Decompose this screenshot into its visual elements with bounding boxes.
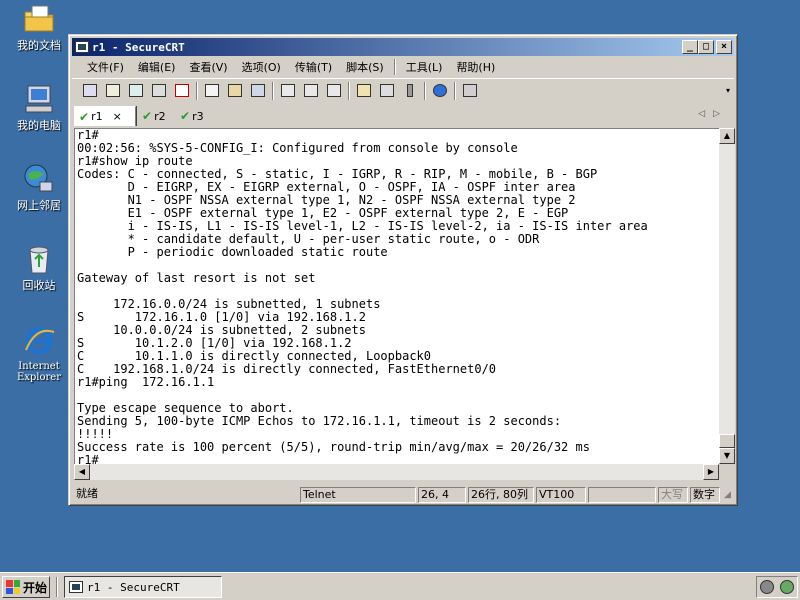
connect-tab-icon[interactable] <box>126 82 146 100</box>
folder-icon <box>24 5 54 32</box>
maximize-button[interactable]: □ <box>698 40 714 54</box>
menu-bar: 文件(F) 编辑(E) 查看(V) 选项(O) 传输(T) 脚本(S) 工具(L… <box>72 57 734 77</box>
help-icon[interactable] <box>430 82 450 100</box>
start-button[interactable]: 开始 <box>2 576 50 598</box>
vertical-scroll-thumb[interactable] <box>719 434 735 448</box>
menu-file[interactable]: 文件(F) <box>80 59 131 75</box>
session-options-icon[interactable] <box>354 82 374 100</box>
print-selection-icon[interactable] <box>301 82 321 100</box>
status-emulation: VT100 <box>536 487 586 503</box>
tab-r1[interactable]: ✔ r1 × <box>74 106 136 126</box>
tab-scroll-arrows[interactable]: ◁▷ <box>698 109 728 119</box>
quick-connect-icon[interactable] <box>103 82 123 100</box>
terminal-output[interactable]: r1# 00:02:56: %SYS-5-CONFIG_I: Configure… <box>74 128 719 464</box>
desktop-icon-label: 回收站 <box>22 279 56 292</box>
window-controls: _ □ × <box>682 40 732 54</box>
menu-transfer[interactable]: 传输(T) <box>288 59 339 75</box>
network-icon <box>24 164 53 192</box>
taskbar-securecrt-button[interactable]: r1 - SecureCRT <box>64 576 222 598</box>
tab-label: r2 <box>154 109 166 123</box>
menu-separator <box>393 59 396 75</box>
status-protocol: Telnet <box>300 487 416 503</box>
toolbar-separator <box>348 81 350 100</box>
resize-grip-icon[interactable]: ◢ <box>724 489 736 501</box>
scroll-up-icon[interactable]: ▲ <box>719 128 735 144</box>
connect-icon[interactable] <box>80 82 100 100</box>
vertical-scrollbar[interactable]: ▲ ▼ <box>719 128 735 464</box>
screenshot-icon[interactable] <box>460 82 480 100</box>
taskbar-task-title: r1 - SecureCRT <box>87 580 180 594</box>
global-options-icon[interactable] <box>377 82 397 100</box>
toolbar-separator <box>454 81 456 100</box>
desktop-icon-recycle-bin[interactable]: 回收站 <box>4 242 74 292</box>
volume-tray-icon[interactable] <box>760 580 774 594</box>
tab-label: r1 <box>91 110 103 123</box>
copy-icon[interactable] <box>202 82 222 100</box>
desktop-icon-label: 我的文档 <box>17 39 61 52</box>
paste-icon[interactable] <box>225 82 245 100</box>
status-caps-lock: 大写 <box>658 487 688 503</box>
windows-flag-icon <box>6 580 20 594</box>
toolbar-separator <box>424 81 426 100</box>
terminal-text: r1# 00:02:56: %SYS-5-CONFIG_I: Configure… <box>77 128 648 464</box>
desktop-icon-my-computer[interactable]: 我的电脑 <box>4 82 74 132</box>
connected-check-icon: ✔ <box>79 109 90 124</box>
horizontal-scrollbar[interactable]: ◀ ▶ <box>74 464 719 480</box>
status-cursor-position: 26, 4 <box>418 487 466 503</box>
find-icon[interactable] <box>248 82 268 100</box>
menu-options[interactable]: 选项(O) <box>235 59 288 75</box>
session-tab-bar: ✔ r1 × ✔ r2 ✔ r3 ◁▷ <box>72 105 734 127</box>
window-title: r1 - SecureCRT <box>92 40 185 54</box>
menu-tools[interactable]: 工具(L) <box>399 59 450 75</box>
securecrt-app-icon[interactable] <box>75 41 89 53</box>
keymap-icon[interactable] <box>400 82 420 100</box>
tab-close-icon[interactable]: × <box>113 110 122 123</box>
recycle-bin-icon <box>29 246 49 274</box>
title-bar[interactable]: r1 - SecureCRT _ □ × <box>72 38 734 56</box>
status-num-lock: 数字 <box>690 487 720 503</box>
taskbar-separator <box>56 577 58 597</box>
securecrt-window: r1 - SecureCRT _ □ × 文件(F) 编辑(E) 查看(V) 选… <box>68 34 738 506</box>
toolbar-separator <box>196 81 198 100</box>
desktop-icon-label: Internet Explorer <box>16 361 62 383</box>
tab-r3[interactable]: ✔ r3 <box>176 107 208 125</box>
desktop-icon-network-places[interactable]: 网上邻居 <box>4 162 74 212</box>
network-tray-icon[interactable] <box>780 580 794 594</box>
menu-help[interactable]: 帮助(H) <box>449 59 502 75</box>
print-setup-icon[interactable] <box>324 82 344 100</box>
desktop-icon-label: 网上邻居 <box>17 199 61 212</box>
connected-check-icon: ✔ <box>142 109 153 123</box>
desktop-icon-my-documents[interactable]: 我的文档 <box>4 2 74 52</box>
reconnect-icon[interactable] <box>149 82 169 100</box>
tab-label: r3 <box>192 109 204 123</box>
desktop-icon-label: 我的电脑 <box>17 119 61 132</box>
status-bar: 就绪 Telnet 26, 4 26行, 80列 VT100 大写 数字 ◢ <box>72 485 734 504</box>
menu-edit[interactable]: 编辑(E) <box>131 59 183 75</box>
close-button[interactable]: × <box>716 40 732 54</box>
scroll-down-icon[interactable]: ▼ <box>719 448 735 464</box>
minimize-button[interactable]: _ <box>682 40 698 54</box>
taskbar: 开始 r1 - SecureCRT <box>0 572 800 600</box>
menu-view[interactable]: 查看(V) <box>182 59 234 75</box>
system-tray <box>756 576 798 598</box>
print-icon[interactable] <box>278 82 298 100</box>
status-empty-field <box>588 487 656 503</box>
internet-explorer-icon <box>25 327 55 355</box>
desktop-icon-internet-explorer[interactable]: Internet Explorer <box>4 324 74 383</box>
disconnect-icon[interactable] <box>172 82 192 100</box>
connected-check-icon: ✔ <box>180 109 191 123</box>
toolbar: ▾ <box>72 78 734 102</box>
securecrt-task-icon <box>69 581 83 593</box>
toolbar-separator <box>272 81 274 100</box>
status-terminal-size: 26行, 80列 <box>468 487 534 503</box>
computer-icon <box>25 85 53 113</box>
toolbar-overflow-icon[interactable]: ▾ <box>724 83 732 99</box>
status-ready: 就绪 <box>76 487 98 500</box>
scroll-right-icon[interactable]: ▶ <box>703 464 719 480</box>
start-label: 开始 <box>23 580 48 595</box>
tab-r2[interactable]: ✔ r2 <box>138 107 170 125</box>
scroll-left-icon[interactable]: ◀ <box>74 464 90 480</box>
menu-script[interactable]: 脚本(S) <box>339 59 391 75</box>
